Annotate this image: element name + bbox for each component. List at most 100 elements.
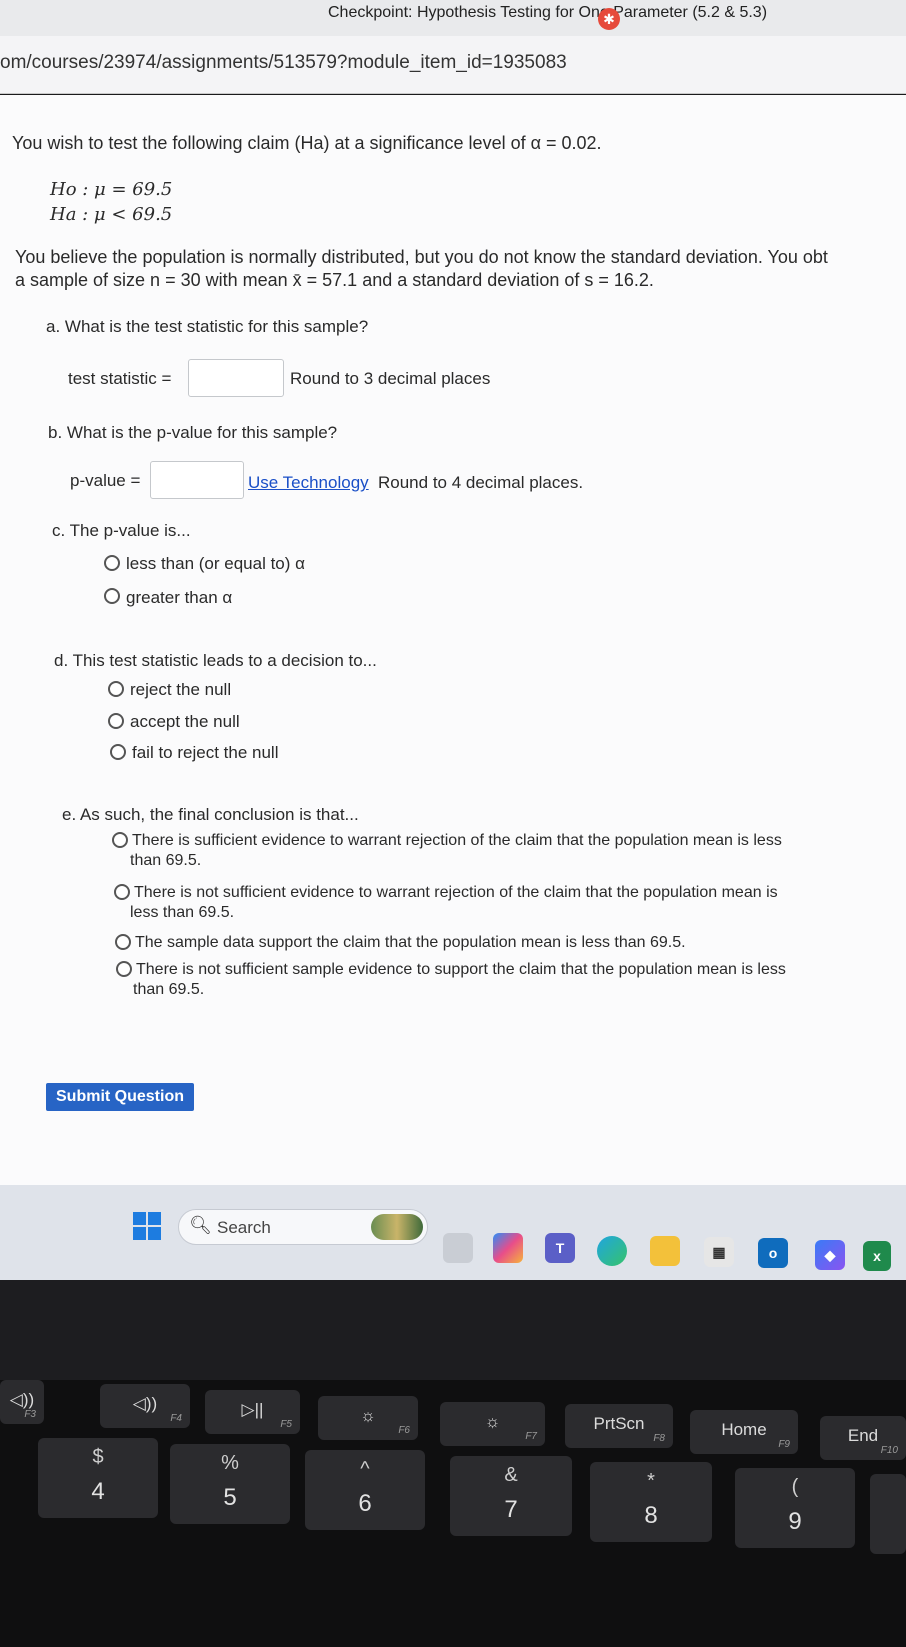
conclusion-radio-1[interactable]	[112, 832, 128, 848]
p-value-greater-radio[interactable]	[104, 588, 120, 604]
p-value-label: p-value =	[70, 471, 141, 490]
tab-title: Checkpoint: Hypothesis Testing for One P…	[328, 4, 768, 21]
part-b-prompt: b. What is the p-value for this sample?	[48, 423, 338, 442]
active-tab[interactable]: ✱ Checkpoint: Hypothesis Testing for One…	[298, 4, 768, 30]
key-4-main: 4	[91, 1478, 105, 1505]
f3-symbol: ◁))	[9, 1390, 35, 1409]
option-label: than 69.5.	[133, 981, 205, 998]
part-a-prompt: a. What is the test statistic for this s…	[46, 317, 369, 336]
key-7: & 7	[450, 1456, 572, 1536]
option-label: The sample data support the claim that t…	[135, 934, 686, 951]
f6-symbol: ☼	[360, 1406, 376, 1425]
key-7-shift: &	[504, 1464, 518, 1486]
key-9-main: 9	[788, 1508, 802, 1535]
laptop-bezel	[0, 1280, 906, 1380]
key-9-shift: (	[791, 1476, 799, 1498]
f10-key: End F10	[820, 1416, 906, 1460]
key-8-shift: *	[647, 1470, 655, 1492]
excel-icon[interactable]: x	[863, 1241, 891, 1271]
canvas-logo-icon: ✱	[598, 8, 620, 30]
taskbar-search[interactable]: 🔍︎ Search	[178, 1209, 428, 1245]
f6-label: F6	[398, 1425, 410, 1436]
claim-intro: You wish to test the following claim (Ha…	[12, 133, 602, 153]
fail-to-reject-radio[interactable]	[110, 744, 126, 760]
f8-label: F8	[653, 1433, 665, 1444]
file-explorer-icon[interactable]	[443, 1233, 473, 1263]
test-statistic-label: test statistic =	[68, 369, 172, 388]
conclusion-radio-2[interactable]	[114, 884, 130, 900]
teams-icon[interactable]: T	[545, 1233, 575, 1263]
f10-symbol: End	[847, 1426, 879, 1445]
option-label: than 69.5.	[130, 852, 202, 869]
f9-label: F9	[778, 1439, 790, 1450]
key-5-shift: %	[221, 1452, 239, 1474]
conclusion-radio-3[interactable]	[115, 934, 131, 950]
option-label: fail to reject the null	[132, 743, 279, 762]
f4-key: ◁)) F4	[100, 1384, 190, 1428]
search-highlight-art	[371, 1214, 423, 1240]
browser-tabbar: ✱ Checkpoint: Hypothesis Testing for One…	[0, 0, 906, 36]
key-5: % 5	[170, 1444, 290, 1524]
f5-label: F5	[280, 1419, 292, 1430]
windows-start-icon[interactable]	[133, 1212, 161, 1240]
option-label: There is not sufficient sample evidence …	[136, 961, 786, 978]
key-6-main: 6	[358, 1490, 372, 1517]
test-statistic-hint: Round to 3 decimal places	[290, 369, 491, 388]
alt-hypothesis: Ha : μ < 69.5	[50, 204, 173, 225]
key-5-main: 5	[223, 1484, 237, 1511]
address-bar[interactable]: om/courses/23974/assignments/513579?modu…	[0, 36, 906, 94]
assignment-page: You wish to test the following claim (Ha…	[0, 95, 906, 1185]
part-e-prompt: e. As such, the final conclusion is that…	[62, 805, 359, 824]
option-label: less than (or equal to) α	[126, 554, 305, 573]
use-technology-link[interactable]: Use Technology	[248, 473, 369, 493]
edge-icon[interactable]	[597, 1236, 627, 1266]
key-8-main: 8	[644, 1502, 658, 1529]
key-6-shift: ^	[360, 1458, 370, 1480]
option-label: reject the null	[130, 680, 232, 699]
f9-key: Home F9	[690, 1410, 798, 1454]
accept-null-radio[interactable]	[108, 713, 124, 729]
f6-key: ☼ F6	[318, 1396, 418, 1440]
f7-label: F7	[525, 1431, 537, 1442]
copilot-icon[interactable]	[493, 1233, 523, 1263]
outlook-icon[interactable]: o	[758, 1238, 788, 1268]
key-7-main: 7	[504, 1496, 518, 1523]
search-label: Search	[217, 1218, 271, 1237]
option-label: There is not sufficient evidence to warr…	[134, 884, 778, 901]
f4-symbol: ◁))	[132, 1394, 158, 1413]
store-icon[interactable]: ▦	[704, 1237, 734, 1267]
folder-icon[interactable]	[650, 1236, 680, 1266]
key-4: $ 4	[38, 1438, 158, 1518]
sample-description-line2: a sample of size n = 30 with mean x̄ = 5…	[15, 270, 654, 290]
part-c-prompt: c. The p-value is...	[52, 521, 191, 540]
f3-label: F3	[24, 1409, 36, 1420]
key-4-shift: $	[92, 1446, 104, 1468]
null-hypothesis: Ho : μ = 69.5	[50, 179, 173, 200]
f5-key: ▷|| F5	[205, 1390, 300, 1434]
p-value-hint: Round to 4 decimal places.	[378, 473, 584, 492]
search-icon: 🔍︎	[189, 1215, 212, 1236]
conclusion-radio-4[interactable]	[116, 961, 132, 977]
f7-symbol: ☼	[484, 1412, 501, 1431]
p-value-less-radio[interactable]	[104, 555, 120, 571]
key-8: * 8	[590, 1462, 712, 1542]
sample-description-line1: You believe the population is normally d…	[15, 247, 828, 267]
f8-key: PrtScn F8	[565, 1404, 673, 1448]
reject-null-radio[interactable]	[108, 681, 124, 697]
f4-label: F4	[170, 1413, 182, 1424]
option-label: accept the null	[130, 712, 240, 731]
test-statistic-input[interactable]	[188, 359, 284, 397]
vpn-icon[interactable]: ◆	[815, 1240, 845, 1270]
p-value-input[interactable]	[150, 461, 244, 499]
key-6: ^ 6	[305, 1450, 425, 1530]
f5-symbol: ▷||	[241, 1400, 264, 1419]
url-text[interactable]: om/courses/23974/assignments/513579?modu…	[0, 52, 567, 74]
key-9: ( 9	[735, 1468, 855, 1548]
option-label: greater than α	[126, 588, 233, 607]
laptop-keyboard: ◁)) F3 ◁)) F4 ▷|| F5 ☼ F6 ☼ F7 PrtScn F8…	[0, 1380, 906, 1647]
f9-symbol: Home	[721, 1420, 767, 1439]
f8-symbol: PrtScn	[593, 1414, 645, 1433]
submit-question-button[interactable]: Submit Question	[46, 1083, 194, 1111]
option-label: There is sufficient evidence to warrant …	[132, 832, 782, 849]
key-0-partial	[870, 1474, 906, 1554]
